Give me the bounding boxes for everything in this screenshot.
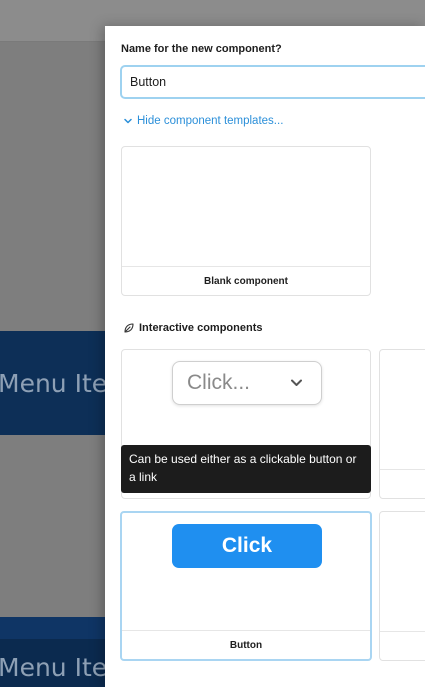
chevron-down-icon: [124, 118, 132, 124]
button-component-caption: Button: [122, 630, 370, 659]
template-card-partial-caption: [380, 469, 425, 498]
new-component-panel: Name for the new component? Hide compone…: [105, 26, 425, 687]
blank-component-template[interactable]: Blank component: [121, 146, 371, 296]
background-menu-item: Menu Item: [0, 331, 110, 435]
interactive-components-title: Interactive components: [139, 322, 263, 334]
chevron-down-icon: [291, 379, 302, 386]
dropdown-preview: Click...: [172, 361, 322, 405]
component-name-input[interactable]: [120, 65, 425, 99]
hide-templates-toggle[interactable]: Hide component templates...: [123, 115, 283, 127]
background-menu-item: Menu Item: [0, 617, 110, 687]
template-card-partial[interactable]: [379, 511, 425, 661]
interactive-components-heading: Interactive components: [123, 322, 262, 334]
template-card-partial[interactable]: [379, 349, 425, 499]
button-component-template[interactable]: Click Button: [120, 511, 372, 661]
template-card-partial-caption: [380, 631, 425, 660]
background-menu-item-label: Menu Item: [0, 653, 110, 682]
background-menu-item-label: Menu Item: [0, 368, 110, 398]
leaf-icon: [124, 323, 134, 333]
button-preview: Click: [172, 524, 322, 568]
component-name-label: Name for the new component?: [121, 43, 282, 55]
hide-templates-label: Hide component templates...: [137, 115, 284, 127]
template-tooltip: Can be used either as a clickable button…: [121, 445, 371, 493]
blank-component-caption: Blank component: [122, 266, 370, 295]
dropdown-preview-text: Click...: [187, 371, 250, 394]
